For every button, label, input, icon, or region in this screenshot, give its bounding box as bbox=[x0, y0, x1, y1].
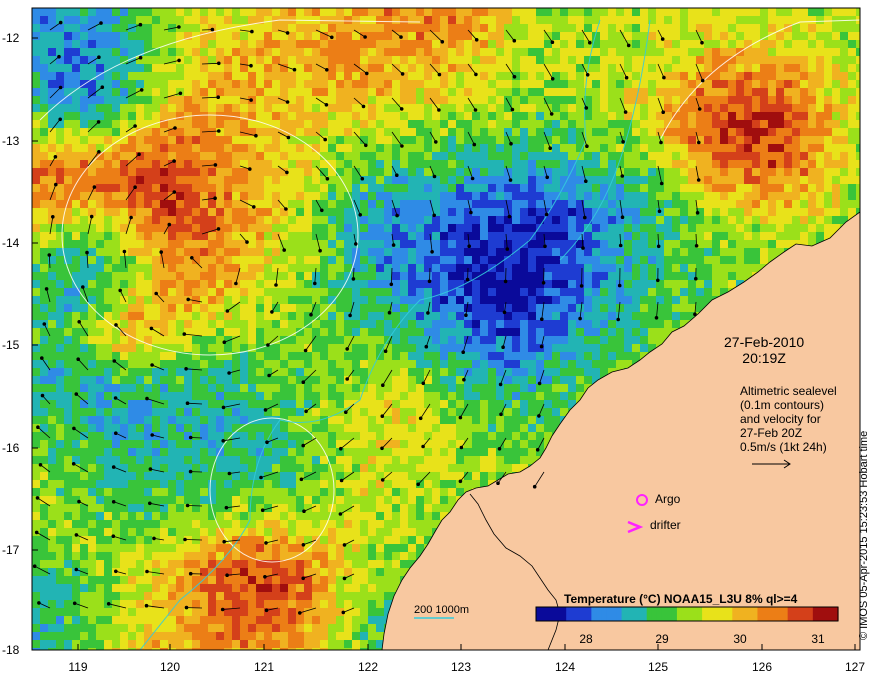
date-text: 27-Feb-2010 bbox=[724, 334, 805, 350]
altimetry-note: Altimetric sealevel (0.1m contours) and … bbox=[740, 384, 837, 454]
lat-label: -12 bbox=[2, 31, 20, 45]
colorbar-tick: 30 bbox=[733, 632, 747, 646]
lon-label: 121 bbox=[253, 660, 275, 674]
argo-label: Argo bbox=[655, 492, 681, 506]
lon-label: 127 bbox=[844, 660, 866, 674]
lon-label: 125 bbox=[647, 660, 669, 674]
colorbar-title: Temperature (°C) NOAA15_L3U 8% ql>=4 bbox=[564, 592, 798, 606]
colorbar-tick: 29 bbox=[655, 632, 669, 646]
lat-label: -18 bbox=[2, 643, 20, 657]
lon-label: 120 bbox=[159, 660, 181, 674]
lat-label: -16 bbox=[2, 441, 20, 455]
altimetry-line: 0.5m/s (1kt 24h) bbox=[740, 440, 827, 454]
lat-label: -17 bbox=[2, 543, 20, 557]
altimetry-line: Altimetric sealevel bbox=[740, 384, 837, 398]
altimetry-line: (0.1m contours) bbox=[740, 398, 825, 412]
credit-text: © IMOS 05-Apr-2015 15:23:53 Hobart time bbox=[858, 430, 870, 640]
date-block: 27-Feb-2010 20:19Z bbox=[724, 334, 804, 366]
altimetry-line: and velocity for bbox=[740, 412, 821, 426]
lon-label: 123 bbox=[450, 660, 472, 674]
lon-label: 126 bbox=[751, 660, 773, 674]
lat-label: -15 bbox=[2, 338, 20, 352]
colorbar-tick: 31 bbox=[811, 632, 825, 646]
lon-label: 119 bbox=[68, 660, 88, 674]
colorbar bbox=[536, 607, 839, 621]
colorbar-tick: 28 bbox=[579, 632, 593, 646]
lon-label: 124 bbox=[554, 660, 576, 674]
lat-label: -13 bbox=[2, 134, 20, 148]
drifter-label: drifter bbox=[650, 518, 681, 532]
altimetry-line: 27-Feb 20Z bbox=[740, 426, 803, 440]
time-text: 20:19Z bbox=[742, 350, 786, 366]
lat-label: -14 bbox=[2, 236, 20, 250]
depth-legend-label: 200 1000m bbox=[414, 604, 470, 616]
lon-label: 122 bbox=[357, 660, 379, 674]
